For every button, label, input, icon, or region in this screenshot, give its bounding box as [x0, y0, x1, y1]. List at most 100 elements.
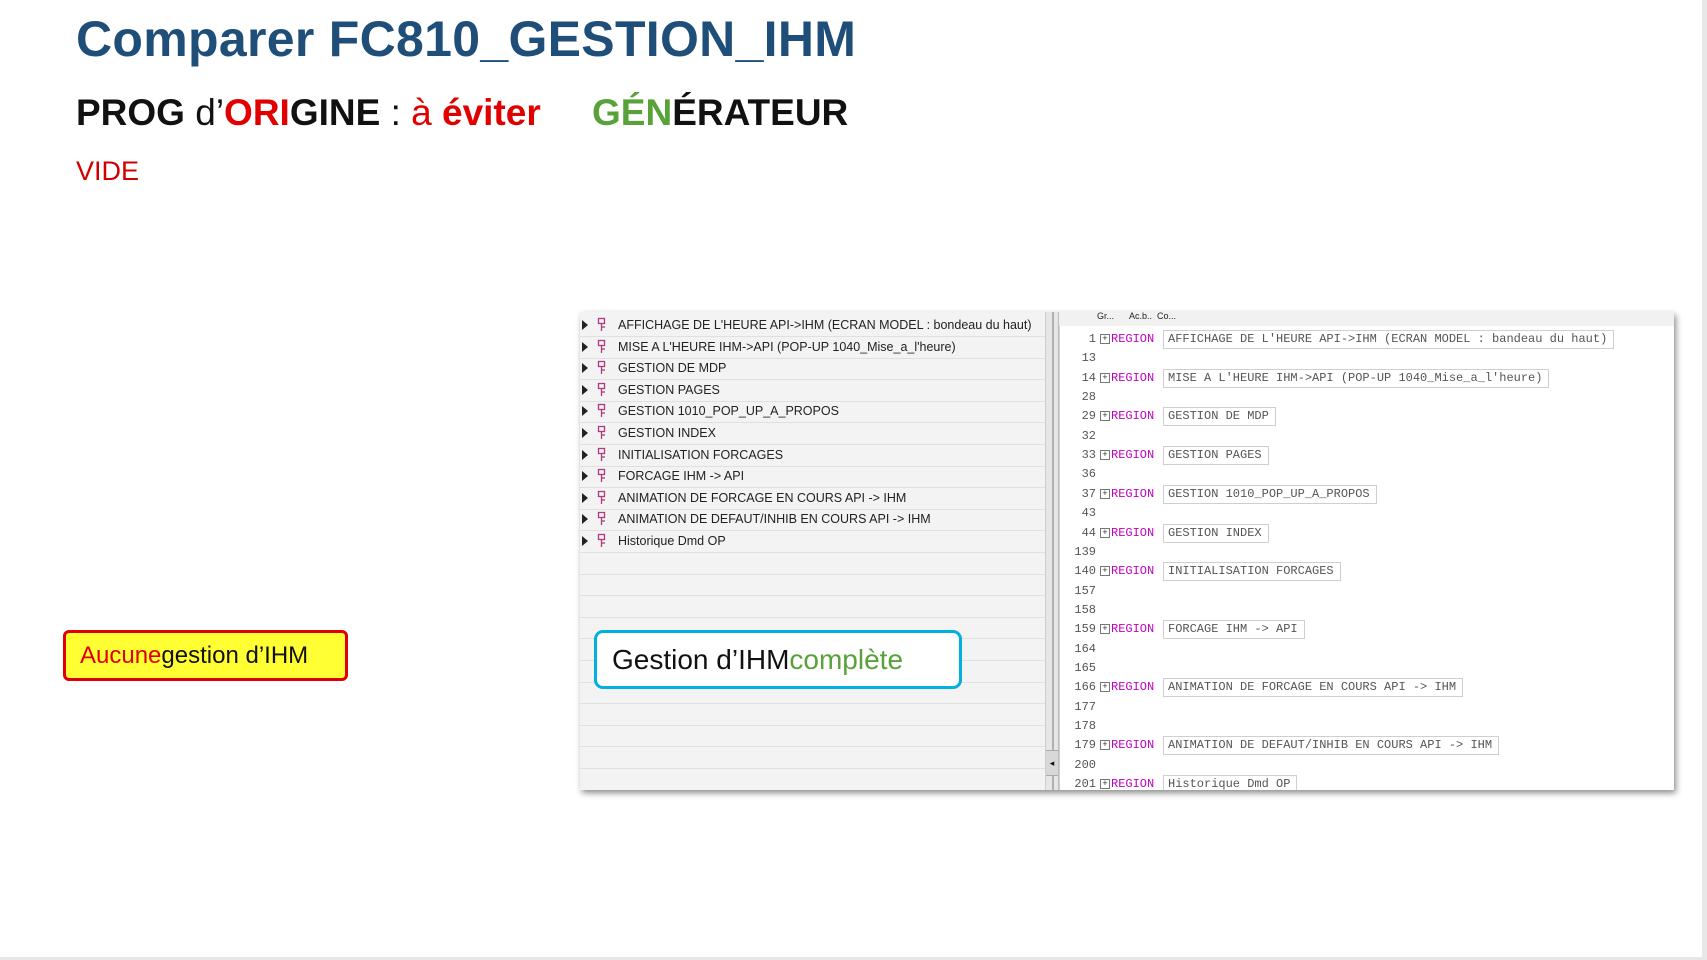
expand-arrow-icon[interactable]: [582, 406, 588, 417]
line-number: 158: [1074, 602, 1096, 617]
region-icon: [597, 404, 606, 418]
tree-item-label: Historique Dmd OP: [618, 534, 726, 548]
line-number: 28: [1081, 390, 1096, 405]
subtitle-ori: ORI: [224, 92, 290, 133]
collapse-plus-icon[interactable]: +: [1100, 372, 1110, 383]
panel-splitter[interactable]: ◂: [1045, 312, 1059, 790]
collapse-plus-icon[interactable]: +: [1100, 779, 1110, 790]
callout-full-ihm-part1: Gestion d’IHM: [612, 643, 790, 675]
expand-arrow-icon[interactable]: [582, 320, 588, 330]
tree-item[interactable]: AFFICHAGE DE L'HEURE API->IHM (ECRAN MOD…: [580, 315, 1045, 337]
region-title: ANIMATION DE FORCAGE EN COURS API -> IHM: [1163, 678, 1464, 698]
tree-empty-row: [580, 596, 1045, 618]
subtitle-eviter: éviter: [442, 92, 541, 133]
generator-screenshot: AFFICHAGE DE L'HEURE API->IHM (ECRAN MOD…: [580, 312, 1674, 790]
region-title: GESTION INDEX: [1163, 523, 1269, 543]
code-region-line: 29 + REGION GESTION DE MDP: [1060, 407, 1674, 427]
region-keyword: REGION: [1111, 486, 1155, 501]
line-number: 159: [1074, 622, 1096, 637]
splitter-collapse-button[interactable]: ◂: [1046, 750, 1058, 776]
code-line: 28: [1060, 388, 1674, 407]
tree-item[interactable]: GESTION PAGES: [580, 380, 1045, 402]
expand-arrow-icon[interactable]: [582, 536, 588, 546]
code-editor[interactable]: 1 + REGION AFFICHAGE DE L'HEURE API->IHM (E…: [1059, 326, 1674, 790]
collapse-plus-icon[interactable]: +: [1100, 488, 1110, 499]
code-region-line: 140 + REGION INITIALISATION FORCAGES: [1060, 562, 1674, 582]
tree-empty-row: [580, 747, 1045, 769]
region-keyword: REGION: [1111, 622, 1155, 637]
line-number: 43: [1081, 506, 1096, 521]
region-title: GESTION DE MDP: [1163, 407, 1276, 427]
callout-no-ihm-part1: Aucune: [80, 641, 162, 669]
callout-no-ihm-part2: gestion d’IHM: [161, 641, 309, 669]
expand-arrow-icon[interactable]: [582, 341, 588, 352]
line-number: 29: [1081, 409, 1096, 424]
line-number: 32: [1081, 428, 1096, 443]
tree-item[interactable]: FORCAGE IHM -> API: [580, 466, 1045, 489]
tree-item-label: MISE A L'HEURE IHM->API (POP-UP 1040_Mis…: [618, 339, 956, 354]
collapse-plus-icon[interactable]: +: [1100, 334, 1110, 344]
tree-item[interactable]: GESTION DE MDP: [580, 358, 1045, 381]
code-region-line: 44 + REGION GESTION INDEX: [1060, 523, 1674, 543]
code-line: 32: [1060, 427, 1674, 446]
collapse-plus-icon[interactable]: +: [1100, 450, 1110, 461]
collapse-plus-icon[interactable]: +: [1100, 624, 1110, 635]
empty-label: VIDE: [76, 156, 140, 186]
tree-item[interactable]: MISE A L'HEURE IHM->API (POP-UP 1040_Mis…: [580, 337, 1045, 359]
code-region-line: 33 + REGION GESTION PAGES: [1060, 446, 1674, 466]
collapse-plus-icon[interactable]: +: [1100, 411, 1110, 422]
line-number: 44: [1081, 525, 1096, 540]
code-region-line: 166 + REGION ANIMATION DE FORCAGE EN COURS …: [1060, 678, 1674, 698]
subtitle-generator: GÉNÉRATEUR: [592, 92, 848, 134]
code-tab[interactable]: Co...: [1157, 312, 1176, 326]
tree-item-label: FORCAGE IHM -> API: [618, 469, 745, 484]
code-line: 139: [1060, 543, 1674, 562]
expand-arrow-icon[interactable]: [582, 428, 588, 438]
expand-arrow-icon[interactable]: [582, 471, 588, 482]
expand-arrow-icon[interactable]: [582, 449, 588, 460]
region-keyword: REGION: [1111, 564, 1155, 579]
subtitle-gine: GINE: [289, 92, 381, 133]
collapse-plus-icon[interactable]: +: [1100, 682, 1110, 693]
collapse-plus-icon[interactable]: +: [1100, 566, 1110, 577]
tree-item[interactable]: Historique Dmd OP: [580, 531, 1045, 553]
expand-arrow-icon[interactable]: [582, 492, 588, 503]
splitter-bar: [1052, 312, 1054, 790]
code-region-line: 37 + REGION GESTION 1010_POP_UP_A_PROPOS: [1060, 484, 1674, 504]
code-tab[interactable]: Gr...: [1097, 312, 1114, 326]
region-icon: [597, 361, 606, 375]
expand-arrow-icon[interactable]: [582, 363, 588, 374]
region-icon: [597, 382, 606, 396]
expand-arrow-icon[interactable]: [582, 514, 588, 525]
region-tree: AFFICHAGE DE L'HEURE API->IHM (ECRAN MOD…: [580, 312, 1045, 790]
line-number: 33: [1081, 448, 1096, 463]
tree-item[interactable]: ANIMATION DE FORCAGE EN COURS API -> IHM: [580, 488, 1045, 510]
subtitle-colon: :: [380, 92, 412, 133]
region-icon: [597, 425, 606, 439]
code-line: 177: [1060, 698, 1674, 717]
region-keyword: REGION: [1111, 409, 1155, 424]
code-line: 43: [1060, 504, 1674, 523]
line-number: 139: [1074, 544, 1096, 559]
line-number: 164: [1074, 641, 1096, 656]
tree-item[interactable]: GESTION INDEX: [580, 423, 1045, 445]
generator-gen: GÉN: [592, 92, 673, 133]
code-line: 178: [1060, 717, 1674, 736]
code-tab[interactable]: Ac.b..: [1129, 312, 1152, 326]
region-title: FORCAGE IHM -> API: [1163, 620, 1305, 640]
subtitle-prog: PROG: [76, 92, 185, 133]
tree-item-label: ANIMATION DE FORCAGE EN COURS API -> IHM: [618, 490, 907, 505]
code-line: 165: [1060, 659, 1674, 678]
tree-item[interactable]: ANIMATION DE DEFAUT/INHIB EN COURS API -…: [580, 509, 1045, 532]
code-region-line: 14 + REGION MISE A L'HEURE IHM->API (POP-UP…: [1060, 368, 1674, 388]
tree-item[interactable]: INITIALISATION FORCAGES: [580, 445, 1045, 467]
tree-item-label: GESTION PAGES: [618, 382, 720, 397]
collapse-plus-icon[interactable]: +: [1100, 740, 1110, 751]
collapse-plus-icon[interactable]: +: [1100, 527, 1110, 538]
line-number: 14: [1081, 370, 1096, 385]
region-icon: [597, 469, 606, 483]
tree-item[interactable]: GESTION 1010_POP_UP_A_PROPOS: [580, 401, 1045, 424]
subtitle-original-program: PROG d’ORIGINE : à éviter: [76, 92, 541, 134]
region-title: GESTION PAGES: [1163, 446, 1269, 466]
expand-arrow-icon[interactable]: [582, 384, 588, 395]
